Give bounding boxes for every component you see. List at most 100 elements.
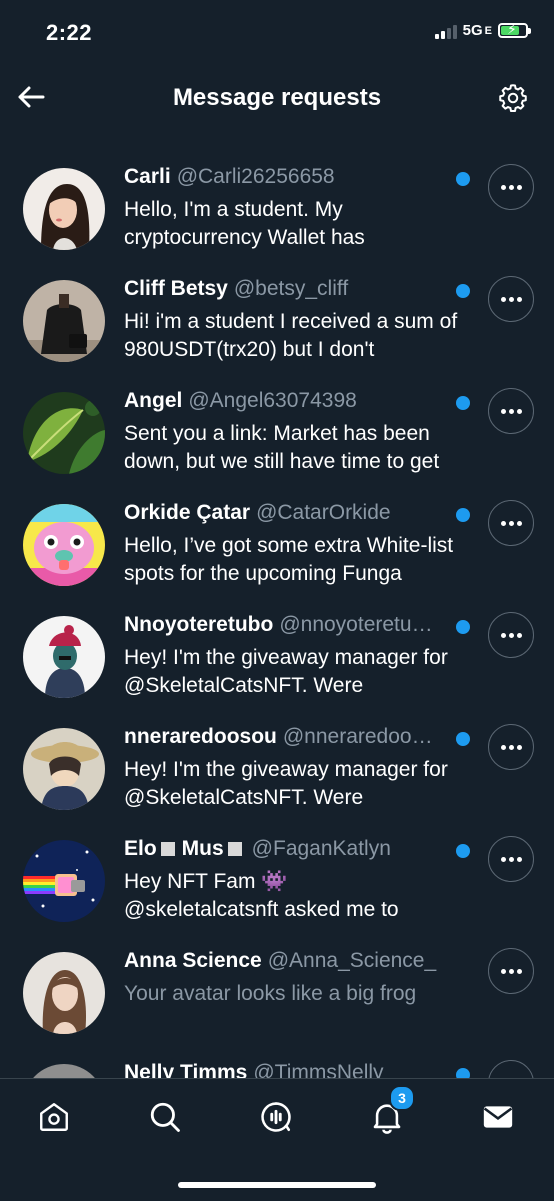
network-suffix: E	[484, 24, 492, 37]
unread-indicator	[456, 508, 470, 522]
unread-indicator	[456, 732, 470, 746]
unread-indicator	[456, 620, 470, 634]
message-requests-list: Carli @Carli26256658 Hello, I'm a student…	[0, 152, 554, 1080]
sender-handle: @Angel63074398	[188, 389, 357, 412]
sender-line: Cliff Betsy @betsy_cliff	[124, 277, 440, 301]
square-glyph-icon	[160, 842, 175, 856]
sender-line: Elo Mus @FaganKatlyn	[124, 837, 440, 861]
more-options-button[interactable]	[488, 1060, 534, 1080]
sender-name: Angel	[124, 389, 183, 412]
home-indicator	[178, 1182, 376, 1188]
sender-handle: @FaganKatlyn	[251, 837, 391, 860]
message-request-item[interactable]: nneraredoosou @nneraredoo… Hey! I'm the g…	[0, 712, 554, 824]
more-horizontal-icon	[500, 408, 522, 414]
message-request-item[interactable]: Nnoyoteretubo @nnoyoteretu… Hey! I'm the …	[0, 600, 554, 712]
status-indicators: 5G E ⚡	[434, 21, 531, 39]
envelope-icon	[483, 1106, 513, 1128]
sender-handle: @betsy_cliff	[233, 277, 349, 300]
gear-icon	[499, 84, 527, 112]
message-preview: Hey! I'm the giveaway manager for @Skele…	[124, 646, 448, 697]
sender-handle: @nnoyoteretu…	[279, 613, 433, 636]
sender-line: Orkide Çatar @CatarOrkide	[124, 501, 440, 525]
spaces-icon	[261, 1102, 291, 1132]
status-bar: 2:22 5G E ⚡	[0, 0, 554, 66]
header: Message requests	[0, 66, 554, 132]
settings-button[interactable]	[496, 81, 530, 115]
sender-handle: @Carli26256658	[176, 165, 335, 188]
home-icon	[40, 1103, 68, 1131]
unread-indicator	[456, 844, 470, 858]
more-options-button[interactable]	[488, 836, 534, 882]
message-request-item[interactable]: Anna Science @Anna_Science_ Your avatar l…	[0, 936, 554, 1048]
message-preview: Your avatar looks like a big frog	[124, 982, 417, 1005]
sender-name: Orkide Çatar	[124, 501, 251, 524]
tab-search[interactable]	[143, 1095, 187, 1139]
network-label: 5G	[462, 22, 483, 39]
cellular-signal-icon	[434, 23, 457, 39]
message-request-item[interactable]: Carli @Carli26256658 Hello, I'm a student…	[0, 152, 554, 264]
more-options-button[interactable]	[488, 724, 534, 770]
more-horizontal-icon	[500, 744, 522, 750]
more-horizontal-icon	[500, 184, 522, 190]
more-options-button[interactable]	[488, 164, 534, 210]
sender-line: Nnoyoteretubo @nnoyoteretu…	[124, 613, 440, 637]
message-request-item[interactable]: Orkide Çatar @CatarOrkide Hello, I’ve got…	[0, 488, 554, 600]
unread-indicator	[456, 284, 470, 298]
sender-name-part: Mus	[181, 837, 224, 860]
avatar	[23, 728, 105, 810]
more-options-button[interactable]	[488, 388, 534, 434]
message-request-item[interactable]: Nelly Timms @TimmsNelly	[0, 1048, 554, 1080]
message-preview: Hey! I'm the giveaway manager for @Skele…	[124, 758, 448, 809]
search-icon	[150, 1102, 180, 1132]
sender-line: nneraredoosou @nneraredoo…	[124, 725, 440, 749]
unread-indicator	[456, 172, 470, 186]
more-horizontal-icon	[500, 632, 522, 638]
battery-icon: ⚡	[498, 21, 531, 38]
message-preview: Hello, I'm a student. My cryptocurrency …	[124, 198, 365, 249]
back-button[interactable]	[14, 80, 48, 114]
message-preview-line: Hey NFT Fam 👾	[124, 870, 288, 893]
message-preview: Hey NFT Fam 👾 @skeletalcatsnft asked me …	[124, 868, 474, 924]
sender-handle: @nneraredoo…	[282, 725, 433, 748]
unread-indicator	[456, 396, 470, 410]
arrow-left-icon	[18, 86, 45, 108]
sender-name-part: Elo	[124, 837, 157, 860]
sender-line: Anna Science @Anna_Science_	[124, 949, 440, 973]
network-type: 5G E	[463, 22, 492, 39]
more-options-button[interactable]	[488, 276, 534, 322]
more-horizontal-icon	[500, 296, 522, 302]
sender-handle: @Anna_Science_	[267, 949, 437, 972]
more-horizontal-icon	[500, 968, 522, 974]
avatar	[23, 168, 105, 250]
sender-name: Anna Science	[124, 949, 262, 972]
more-options-button[interactable]	[488, 948, 534, 994]
more-horizontal-icon	[500, 520, 522, 526]
more-horizontal-icon	[500, 856, 522, 862]
sender-name: nneraredoosou	[124, 725, 277, 748]
tab-home[interactable]	[32, 1095, 76, 1139]
avatar	[23, 392, 105, 474]
more-options-button[interactable]	[488, 500, 534, 546]
avatar	[23, 952, 105, 1034]
message-preview: Hello, I’ve got some extra White-list sp…	[124, 534, 454, 585]
tab-spaces[interactable]	[254, 1095, 298, 1139]
message-preview: Sent you a link: Market has been down, b…	[124, 422, 440, 473]
message-preview-line: @skeletalcatsnft asked me to	[124, 898, 399, 921]
tab-messages[interactable]	[476, 1095, 520, 1139]
sender-name: Cliff Betsy	[124, 277, 228, 300]
notifications-badge: 3	[389, 1085, 415, 1111]
more-options-button[interactable]	[488, 612, 534, 658]
tab-notifications[interactable]: 3	[365, 1085, 415, 1139]
sender-line: Angel @Angel63074398	[124, 389, 440, 413]
message-request-item[interactable]: Angel @Angel63074398 Sent you a link: Mar…	[0, 376, 554, 488]
sender-name: Carli	[124, 165, 171, 188]
square-glyph-icon	[227, 842, 242, 856]
sender-name: Elo Mus	[124, 837, 246, 860]
avatar	[23, 840, 105, 922]
avatar	[23, 616, 105, 698]
status-time: 2:22	[46, 20, 93, 45]
message-request-item[interactable]: Elo Mus @FaganKatlyn Hey NFT Fam 👾 @skelet…	[0, 824, 554, 936]
sender-handle: @CatarOrkide	[256, 501, 391, 524]
sender-line: Carli @Carli26256658	[124, 165, 440, 189]
message-request-item[interactable]: Cliff Betsy @betsy_cliff Hi! i'm a studen…	[0, 264, 554, 376]
